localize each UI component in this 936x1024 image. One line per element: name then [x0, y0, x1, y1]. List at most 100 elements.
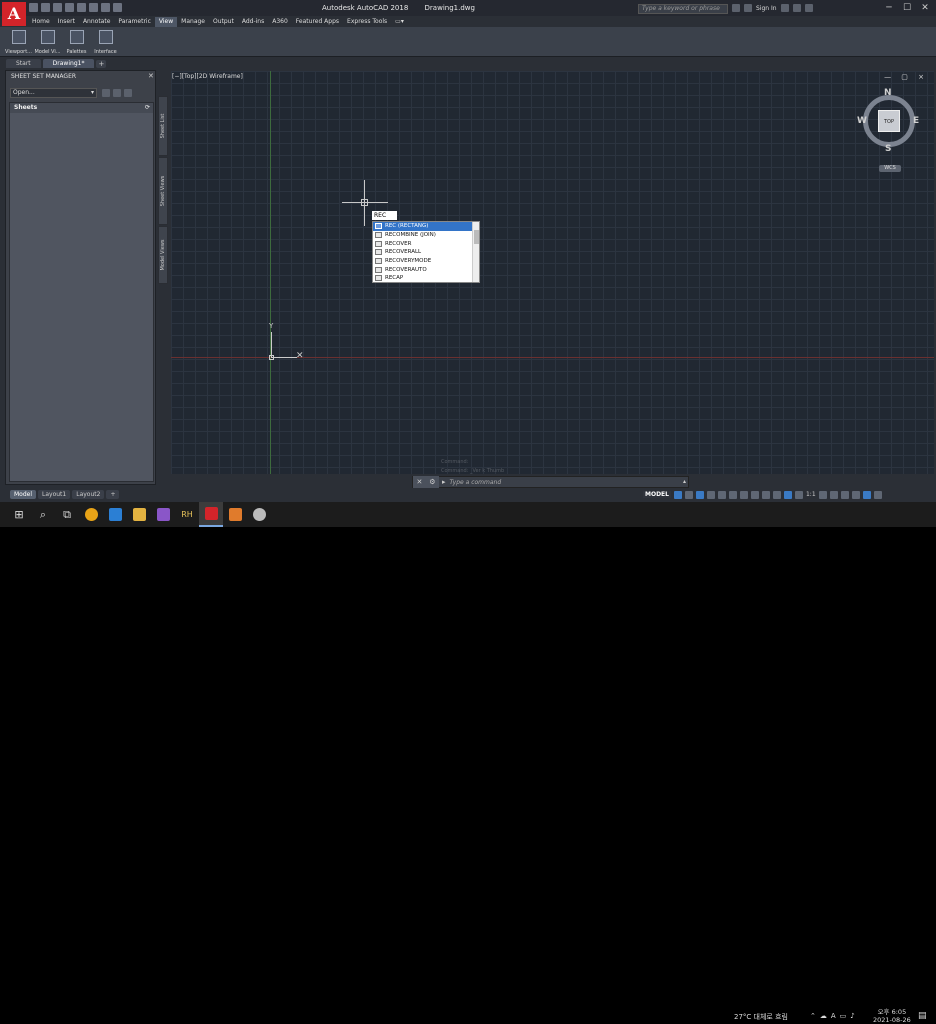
grid-icon[interactable]: [673, 490, 682, 499]
sheet-set-select[interactable]: Open...: [10, 88, 97, 98]
autocomplete-item[interactable]: RECOVERAUTO: [373, 265, 473, 274]
autocomplete-item[interactable]: REC (RECTANG): [373, 222, 473, 231]
chevron-up-icon[interactable]: ⌃: [810, 1012, 816, 1020]
ribbon-tab-a360[interactable]: A360: [268, 17, 292, 27]
network-icon[interactable]: ▭: [840, 1012, 847, 1020]
share-icon[interactable]: [113, 3, 122, 12]
ribbon-tab-view[interactable]: View: [154, 17, 178, 27]
customize-icon[interactable]: [873, 490, 882, 499]
task-view-icon[interactable]: ⧉: [55, 502, 79, 527]
command-icon[interactable]: ▸: [442, 478, 446, 486]
new-icon[interactable]: [29, 3, 38, 12]
help-icon[interactable]: [124, 89, 132, 97]
ucs-icon[interactable]: Y ✕: [269, 322, 309, 364]
compass-south[interactable]: S: [885, 144, 891, 154]
command-input[interactable]: Type a command: [450, 479, 502, 486]
drawing-canvas[interactable]: [−][Top][2D Wireframe] — ▢ × Y ✕ REC REC…: [171, 71, 934, 474]
minimize-icon[interactable]: ─: [880, 1, 898, 15]
cart-icon[interactable]: [780, 4, 789, 12]
ribbon-tab-parametric[interactable]: Parametric: [114, 17, 155, 27]
command-line[interactable]: ✕ ⚙ ▸ Type a command ▴: [412, 476, 689, 488]
app-icon[interactable]: [223, 502, 247, 527]
polar-icon[interactable]: [728, 490, 737, 499]
help-icon[interactable]: [804, 4, 813, 12]
autocomplete-item[interactable]: RECAP: [373, 274, 473, 283]
ribbon-tab-add-ins[interactable]: Add-ins: [238, 17, 268, 27]
maximize-icon[interactable]: ☐: [898, 1, 916, 15]
vscode-icon[interactable]: [103, 502, 127, 527]
plus-icon[interactable]: [829, 490, 838, 499]
ribbon-tab-home[interactable]: Home: [28, 17, 54, 27]
object-snap-tracking-icon[interactable]: [750, 490, 759, 499]
chrome-icon[interactable]: [79, 502, 103, 527]
redo-icon[interactable]: [101, 3, 110, 12]
layout-tab-model[interactable]: Model: [10, 489, 37, 499]
ribbon-options-icon[interactable]: ▭▾: [391, 17, 408, 27]
file-explorer-icon[interactable]: [127, 502, 151, 527]
sign-in-link[interactable]: Sign In: [756, 5, 777, 12]
undo-icon[interactable]: [89, 3, 98, 12]
vertical-tab-2[interactable]: Model Views: [158, 226, 168, 284]
ribbon-tab-manage[interactable]: Manage: [177, 17, 209, 27]
fullscreen-icon[interactable]: [862, 490, 871, 499]
visual-studio-icon[interactable]: [151, 502, 175, 527]
user-icon[interactable]: [744, 4, 752, 12]
wcs-menu[interactable]: WCS: [879, 165, 901, 172]
isodraft-icon[interactable]: [739, 490, 748, 499]
close-icon[interactable]: ✕: [148, 72, 154, 80]
binoculars-icon[interactable]: [732, 4, 740, 12]
publish-icon[interactable]: [113, 89, 121, 97]
ribbon-tab-annotate[interactable]: Annotate: [79, 17, 114, 27]
compass-north[interactable]: N: [884, 88, 892, 98]
ribbon-button-0[interactable]: Viewport...: [5, 29, 32, 55]
rhino-icon[interactable]: RH: [175, 502, 199, 527]
autocad-logo[interactable]: A: [2, 2, 26, 26]
autocomplete-item[interactable]: RECOVER: [373, 239, 473, 248]
snap-icon[interactable]: [684, 490, 693, 499]
search-input[interactable]: Type a keyword or phrase: [638, 4, 728, 14]
weather-widget[interactable]: 27°C 대체로 흐림: [734, 1012, 788, 1022]
compass-east[interactable]: E: [913, 116, 919, 126]
ribbon-tab-express-tools[interactable]: Express Tools: [343, 17, 391, 27]
model-space-button[interactable]: MODEL: [643, 491, 671, 498]
autocomplete-scrollbar[interactable]: [472, 222, 479, 282]
ime-indicator[interactable]: A: [831, 1012, 836, 1020]
snipping-tool-icon[interactable]: [247, 502, 271, 527]
autocomplete-item[interactable]: RECOVERALL: [373, 248, 473, 257]
layout-tab-layout1[interactable]: Layout1: [38, 489, 71, 499]
sheet-icon[interactable]: [102, 89, 110, 97]
volume-icon[interactable]: ♪: [850, 1012, 854, 1020]
doc-tab-1[interactable]: Drawing1*: [42, 59, 95, 68]
add-layout-plus-icon[interactable]: +: [106, 489, 120, 499]
ribbon-button-2[interactable]: Palettes: [63, 29, 90, 55]
dynamic-input-field[interactable]: REC: [372, 211, 397, 220]
autocomplete-item[interactable]: RECOVERYMODE: [373, 257, 473, 266]
clock[interactable]: 오후 6:05 2021-08-26: [873, 1008, 911, 1024]
ribbon-button-1[interactable]: Model Vi...: [34, 29, 61, 55]
windows-start-icon[interactable]: ⊞: [7, 502, 31, 527]
viewport-controls-label[interactable]: [−][Top][2D Wireframe]: [172, 73, 243, 80]
dynamic-input-icon[interactable]: [706, 490, 715, 499]
save-icon[interactable]: [53, 3, 62, 12]
ortho-icon[interactable]: [717, 490, 726, 499]
ribbon-tab-insert[interactable]: Insert: [54, 17, 79, 27]
close-icon[interactable]: ✕: [416, 478, 422, 486]
plot-icon[interactable]: [77, 3, 86, 12]
vertical-tab-1[interactable]: Sheet Views: [158, 157, 168, 225]
isolate-icon[interactable]: [851, 490, 860, 499]
save-as-icon[interactable]: [65, 3, 74, 12]
viewport-window-controls[interactable]: — ▢ ×: [884, 73, 928, 81]
open-icon[interactable]: [41, 3, 50, 12]
notification-icon[interactable]: ▤: [918, 1011, 927, 1021]
close-icon[interactable]: ✕: [916, 1, 934, 15]
autocad-taskbar-icon[interactable]: [199, 502, 223, 527]
chevron-up-icon[interactable]: ▴: [683, 478, 686, 485]
wrench-icon[interactable]: ⚙: [429, 478, 435, 486]
annotation-scale[interactable]: 1:1: [806, 491, 816, 498]
vertical-tab-0[interactable]: Sheet List: [158, 96, 168, 156]
refresh-icon[interactable]: ⟳: [145, 103, 150, 113]
infer-icon[interactable]: [695, 490, 704, 499]
viewcube[interactable]: TOP N S E W WCS: [857, 88, 919, 172]
gear-icon[interactable]: [818, 490, 827, 499]
scrollbar-thumb[interactable]: [474, 230, 479, 244]
